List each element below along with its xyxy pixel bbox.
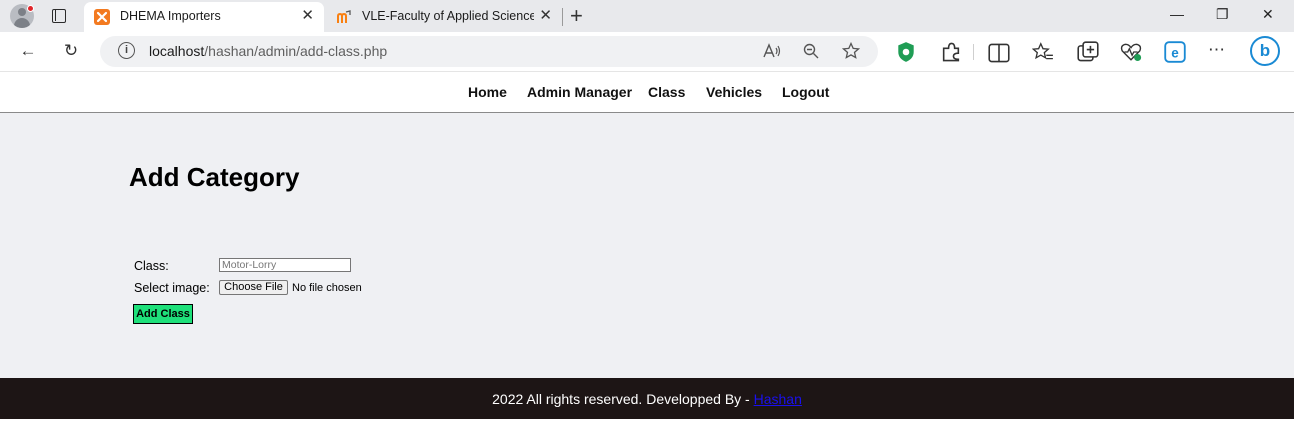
copyright-text: 2022 All rights reserved. Developped By … (492, 391, 754, 407)
class-label: Class: (134, 259, 169, 273)
internet-explorer-icon[interactable]: e (1164, 41, 1186, 63)
bing-chat-icon[interactable]: b (1250, 36, 1280, 66)
window-close-icon[interactable]: ✕ (1262, 6, 1274, 23)
site-footer: 2022 All rights reserved. Developped By … (0, 378, 1294, 419)
page-title: Add Category (129, 162, 300, 192)
toolbar-divider (973, 44, 974, 60)
url-path: /hashan/admin/add-class.php (204, 43, 388, 59)
zoom-out-icon[interactable] (803, 43, 819, 59)
favorite-star-icon[interactable] (842, 42, 860, 60)
avatar-head (18, 8, 26, 16)
class-name-input[interactable] (219, 258, 351, 272)
url-host: localhost (149, 43, 205, 59)
nav-logout-link[interactable]: Logout (782, 84, 829, 100)
avatar-body (14, 18, 30, 28)
read-aloud-icon[interactable] (763, 43, 781, 59)
web-page: Home Admin Manager Class Vehicles Logout… (0, 72, 1294, 444)
notification-dot-icon (27, 5, 34, 12)
nav-home-link[interactable]: Home (468, 84, 507, 100)
tab-title: VLE-Faculty of Applied Science: L (362, 9, 534, 23)
address-url[interactable]: localhost/hashan/admin/add-class.php (149, 43, 387, 59)
close-tab-icon[interactable]: ✕ (539, 8, 552, 24)
developer-link[interactable]: Hashan (754, 391, 802, 407)
tab-actions-icon[interactable] (52, 9, 66, 23)
select-image-label: Select image: (134, 281, 210, 295)
more-options-icon[interactable]: ⋯ (1206, 39, 1228, 61)
tab-dhema-importers[interactable]: DHEMA Importers ✕ (84, 2, 324, 32)
new-tab-icon[interactable]: + (570, 3, 583, 29)
extensions-icon[interactable] (940, 41, 962, 63)
browser-tab-strip: DHEMA Importers ✕ VLE-Faculty of Applied… (0, 0, 1294, 32)
add-class-button[interactable]: Add Class (133, 304, 193, 324)
tab-divider (562, 8, 563, 26)
browser-toolbar: ← ↻ i localhost/hashan/admin/add-class.p… (0, 32, 1294, 72)
nav-admin-manager-link[interactable]: Admin Manager (527, 84, 632, 100)
nav-vehicles-link[interactable]: Vehicles (706, 84, 762, 100)
footer-text: 2022 All rights reserved. Developped By … (0, 391, 1294, 407)
site-info-icon[interactable]: i (118, 42, 135, 59)
tab-title: DHEMA Importers (120, 9, 221, 23)
svg-text:e: e (1171, 46, 1179, 61)
close-tab-icon[interactable]: ✕ (301, 8, 314, 24)
back-icon[interactable]: ← (17, 40, 39, 62)
shield-icon[interactable] (895, 41, 917, 63)
xampp-icon (94, 9, 110, 25)
reload-icon[interactable]: ↻ (60, 40, 82, 62)
favorites-icon[interactable] (1032, 41, 1054, 63)
restore-icon[interactable]: ❐ (1216, 6, 1229, 23)
tab-vle-faculty[interactable]: VLE-Faculty of Applied Science: L ✕ (326, 2, 562, 32)
moodle-icon (337, 10, 351, 23)
main-content: Add Category Class: Select image: Choose… (0, 113, 1294, 378)
browser-essentials-icon[interactable] (1120, 41, 1142, 63)
nav-class-link[interactable]: Class (648, 84, 685, 100)
address-bar[interactable]: i localhost/hashan/admin/add-class.php (100, 36, 878, 67)
minimize-icon[interactable]: — (1170, 6, 1184, 22)
site-navigation: Home Admin Manager Class Vehicles Logout (0, 72, 1294, 113)
file-status-text: No file chosen (292, 282, 362, 294)
collections-icon[interactable] (1077, 41, 1099, 63)
choose-file-button[interactable]: Choose File (219, 280, 288, 295)
split-screen-icon[interactable] (988, 42, 1010, 64)
